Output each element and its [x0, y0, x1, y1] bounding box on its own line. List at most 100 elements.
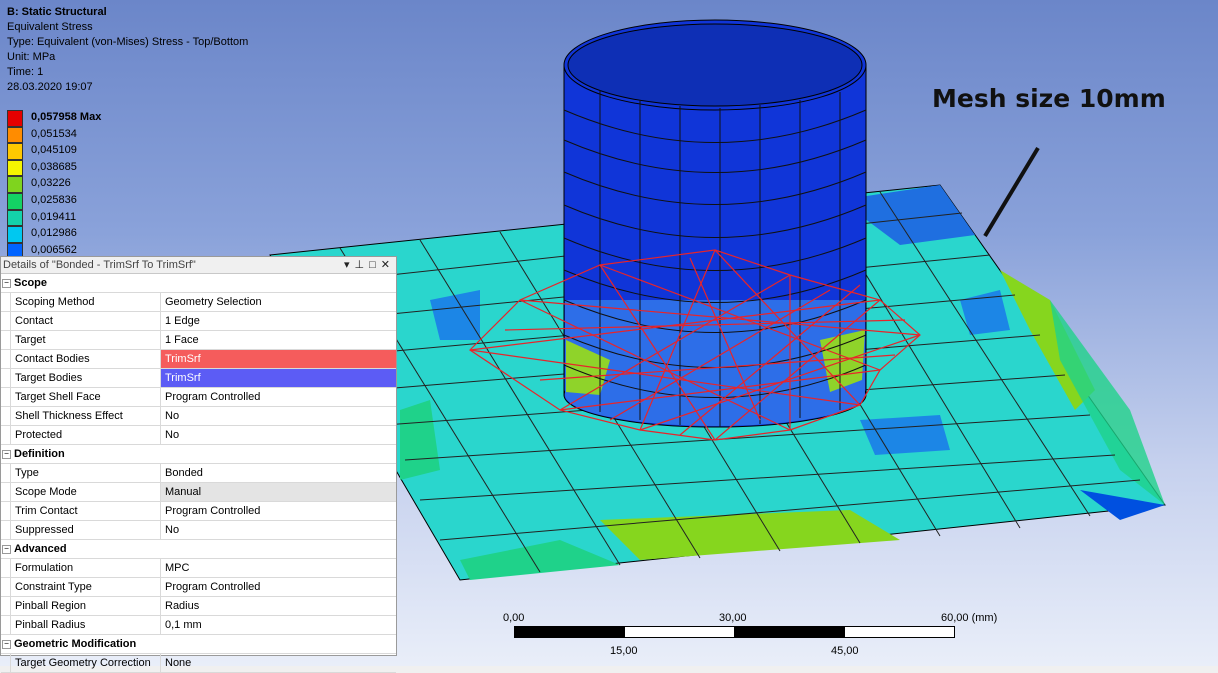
property-row-target[interactable]: Target 1 Face	[1, 331, 396, 350]
group-header-scope[interactable]: − Scope	[1, 274, 396, 293]
property-grid: − Scope Scoping Method Geometry Selection Co…	[1, 274, 396, 673]
group-label: Advanced	[14, 543, 67, 555]
property-value[interactable]: No	[160, 426, 396, 444]
property-row-shell-thickness-effect[interactable]: Shell Thickness Effect No	[1, 407, 396, 426]
property-name: Contact	[10, 312, 160, 330]
property-row-pinball-region[interactable]: Pinball Region Radius	[1, 597, 396, 616]
scale-label-0: 0,00	[503, 612, 525, 624]
property-name: Scoping Method	[10, 293, 160, 311]
group-label: Definition	[14, 448, 65, 460]
property-row-target-shell-face[interactable]: Target Shell Face Program Controlled	[1, 388, 396, 407]
legend-value: 0,038685	[31, 160, 77, 173]
property-name: Target Geometry Correction	[10, 654, 160, 672]
legend-swatch	[7, 126, 23, 144]
result-subtitle: Equivalent Stress	[7, 21, 93, 33]
property-row-type[interactable]: Type Bonded	[1, 464, 396, 483]
property-name: Type	[10, 464, 160, 482]
property-name: Target Shell Face	[10, 388, 160, 406]
property-value[interactable]: TrimSrf	[160, 369, 396, 387]
property-row-scoping-method[interactable]: Scoping Method Geometry Selection	[1, 293, 396, 312]
property-name: Formulation	[10, 559, 160, 577]
property-name: Trim Contact	[10, 502, 160, 520]
property-value[interactable]: Geometry Selection	[160, 293, 396, 311]
cylinder-base-fill	[565, 364, 865, 426]
property-value[interactable]: 1 Face	[160, 331, 396, 349]
scale-segment	[624, 626, 735, 638]
property-row-contact[interactable]: Contact 1 Edge	[1, 312, 396, 331]
property-name: Protected	[10, 426, 160, 444]
property-name: Target	[10, 331, 160, 349]
legend-value: 0,051534	[31, 127, 77, 140]
property-value[interactable]: No	[160, 521, 396, 539]
property-value[interactable]: 0,1 mm	[160, 616, 396, 634]
property-row-constraint-type[interactable]: Constraint Type Program Controlled	[1, 578, 396, 597]
cylinder-inner	[567, 23, 863, 107]
maximize-icon[interactable]: □	[369, 257, 376, 273]
legend-swatch	[7, 192, 23, 210]
property-name: Constraint Type	[10, 578, 160, 596]
scale-label-45: 45,00	[831, 645, 859, 657]
legend-swatch	[7, 176, 23, 193]
property-name: Scope Mode	[10, 483, 160, 501]
property-row-trim-contact[interactable]: Trim Contact Program Controlled	[1, 502, 396, 521]
pin-icon[interactable]: ⊥	[355, 257, 365, 273]
property-row-formulation[interactable]: Formulation MPC	[1, 559, 396, 578]
legend-swatch	[7, 159, 23, 177]
result-time: Time: 1	[7, 66, 44, 78]
scale-bar: 0,00 30,00 60,00 (mm) 15,00 45,00	[500, 610, 1020, 666]
legend-value: 0,045109	[31, 144, 77, 157]
property-name: Target Bodies	[10, 369, 160, 387]
property-name: Suppressed	[10, 521, 160, 539]
result-title: B: Static Structural	[7, 6, 107, 18]
dropdown-icon[interactable]: ▾	[344, 257, 350, 273]
result-timestamp: 28.03.2020 19:07	[7, 81, 93, 93]
property-row-protected[interactable]: Protected No	[1, 426, 396, 445]
result-type: Type: Equivalent (von-Mises) Stress - To…	[7, 36, 249, 48]
scale-segment	[514, 626, 625, 638]
mesh-size-annotation: Mesh size 10mm	[932, 84, 1166, 113]
property-value[interactable]: No	[160, 407, 396, 425]
result-unit: Unit: MPa	[7, 51, 56, 63]
scale-label-30: 30,00	[719, 612, 747, 624]
property-value[interactable]: Radius	[160, 597, 396, 615]
property-value[interactable]: Program Controlled	[160, 502, 396, 520]
scale-label-15: 15,00	[610, 645, 638, 657]
property-name: Shell Thickness Effect	[10, 407, 160, 425]
property-row-target-bodies[interactable]: Target Bodies TrimSrf	[1, 369, 396, 388]
details-panel[interactable]: Details of "Bonded - TrimSrf To TrimSrf"…	[0, 256, 397, 673]
result-header: B: Static Structural Equivalent Stress T…	[7, 5, 248, 95]
group-header-definition[interactable]: − Definition	[1, 445, 396, 464]
group-header-advanced[interactable]: − Advanced	[1, 540, 396, 559]
annotation-leader	[983, 146, 1040, 238]
legend-value: 0,057958 Max	[31, 111, 102, 123]
property-value[interactable]: None	[160, 654, 396, 672]
legend-swatch	[7, 209, 23, 227]
property-value[interactable]: TrimSrf	[160, 350, 396, 368]
property-value[interactable]: 1 Edge	[160, 312, 396, 330]
legend-value: 0,03226	[31, 177, 71, 190]
property-name: Contact Bodies	[10, 350, 160, 368]
property-value[interactable]: Program Controlled	[160, 388, 396, 406]
legend-value: 0,019411	[31, 210, 77, 223]
property-value[interactable]: Manual	[160, 483, 396, 501]
property-row-scope-mode[interactable]: Scope Mode Manual	[1, 483, 396, 502]
group-label: Scope	[14, 277, 48, 289]
property-row-contact-bodies[interactable]: Contact Bodies TrimSrf	[1, 350, 396, 369]
scale-segment	[844, 626, 955, 638]
group-label: Geometric Modification	[14, 638, 137, 650]
details-panel-title: Details of "Bonded - TrimSrf To TrimSrf"	[3, 259, 196, 271]
panel-controls: ▾ ⊥ □ ✕	[344, 257, 390, 273]
property-row-target-geometry-correction[interactable]: Target Geometry Correction None	[1, 654, 396, 673]
details-panel-title-bar: Details of "Bonded - TrimSrf To TrimSrf"…	[1, 257, 396, 274]
legend-value: 0,012986	[31, 227, 77, 240]
legend-value: 0,025836	[31, 193, 77, 206]
property-value[interactable]: Bonded	[160, 464, 396, 482]
scale-label-60: 60,00 (mm)	[941, 612, 998, 624]
group-header-geometric-modification[interactable]: − Geometric Modification	[1, 635, 396, 654]
property-row-suppressed[interactable]: Suppressed No	[1, 521, 396, 540]
close-icon[interactable]: ✕	[381, 257, 390, 273]
property-row-pinball-radius[interactable]: Pinball Radius 0,1 mm	[1, 616, 396, 635]
property-value[interactable]: Program Controlled	[160, 578, 396, 596]
property-value[interactable]: MPC	[160, 559, 396, 577]
property-name: Pinball Radius	[10, 616, 160, 634]
